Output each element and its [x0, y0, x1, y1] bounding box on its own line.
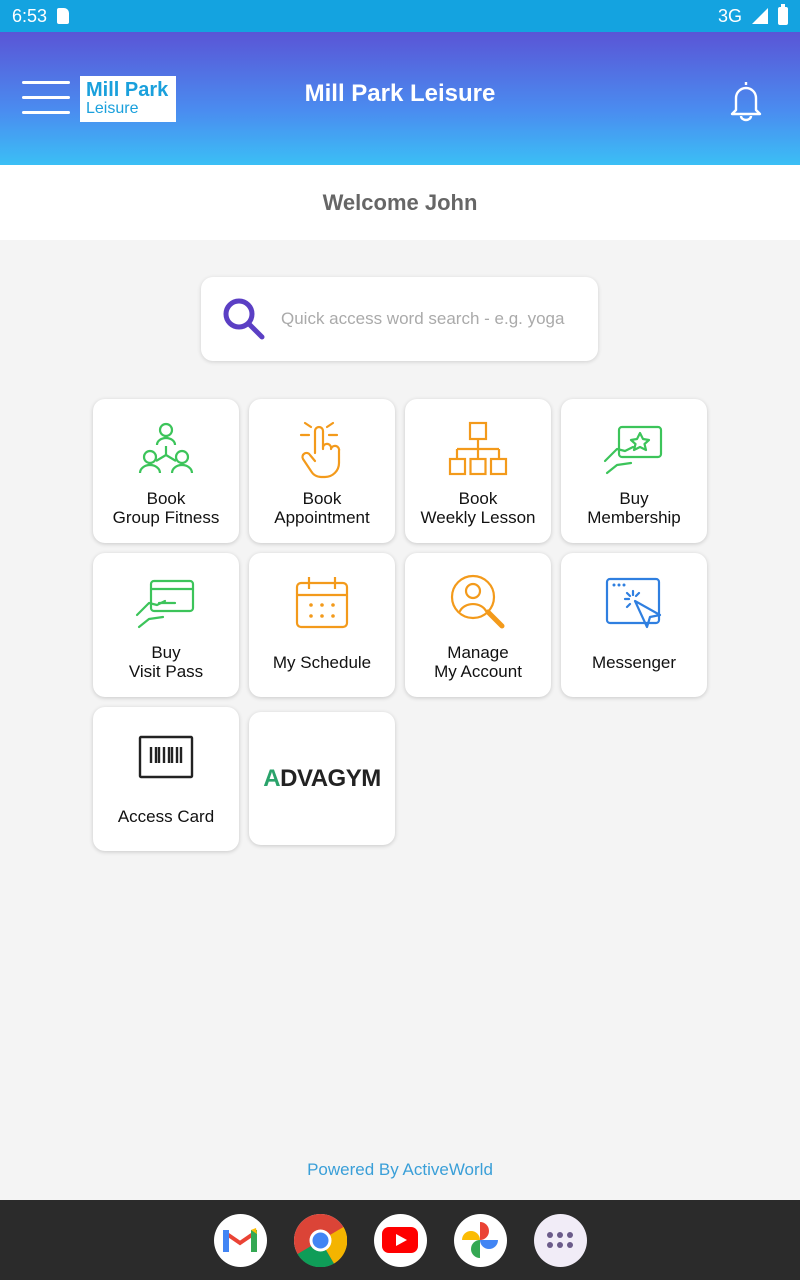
header-title: Mill Park Leisure	[304, 80, 496, 107]
photos-icon[interactable]	[453, 1213, 507, 1267]
youtube-icon[interactable]	[373, 1213, 427, 1267]
signal-icon	[752, 8, 768, 24]
tile-manage-my-account[interactable]: Manage My Account	[405, 553, 551, 697]
app-dock	[0, 1200, 800, 1280]
tile-buy-membership[interactable]: Buy Membership	[561, 399, 707, 543]
browser-click-icon	[605, 577, 662, 629]
notification-bell-icon[interactable]	[724, 78, 768, 122]
tile-label: Buy Membership	[587, 489, 681, 527]
visit-pass-icon	[135, 579, 195, 629]
tile-book-appointment[interactable]: Book Appointment	[249, 399, 395, 543]
advagym-logo-rest: DVAGYM	[280, 764, 381, 792]
tile-buy-visit-pass[interactable]: Buy Visit Pass	[93, 553, 239, 697]
chrome-icon[interactable]	[293, 1213, 347, 1267]
tile-label: Book Appointment	[274, 489, 370, 527]
tile-label: My Schedule	[272, 653, 372, 672]
hierarchy-icon	[448, 421, 508, 476]
search-input[interactable]	[281, 309, 581, 329]
status-left: 6:53	[12, 5, 70, 27]
gmail-icon[interactable]	[213, 1213, 267, 1267]
tile-label: Book Group Fitness	[112, 489, 220, 527]
advagym-logo: ADVAGYM	[263, 764, 381, 793]
account-search-icon	[450, 574, 505, 629]
tile-messenger[interactable]: Messenger	[561, 553, 707, 697]
powered-by-link[interactable]: Powered By ActiveWorld	[0, 1160, 800, 1180]
welcome-banner: Welcome John	[0, 165, 800, 240]
app-drawer-icon[interactable]	[533, 1213, 587, 1267]
network-type: 3G	[717, 5, 742, 26]
status-time: 6:53	[12, 5, 48, 26]
search-icon	[223, 298, 265, 340]
app-header: Mill Park Leisure Mill Park Leisure	[0, 32, 800, 165]
tile-label: Book Weekly Lesson	[420, 489, 536, 527]
tile-label: Messenger	[591, 653, 677, 672]
calendar-icon	[295, 577, 349, 629]
membership-card-icon	[603, 425, 663, 475]
tile-label: Access Card	[117, 807, 215, 826]
battery-icon	[778, 4, 788, 25]
tile-advagym[interactable]: ADVAGYM	[249, 712, 395, 845]
group-fitness-icon	[138, 422, 194, 474]
tile-label: Buy Visit Pass	[128, 643, 204, 681]
tile-label: Manage My Account	[434, 643, 522, 681]
tile-book-group-fitness[interactable]: Book Group Fitness	[93, 399, 239, 543]
status-bar: 6:53 3G	[0, 0, 800, 32]
tile-my-schedule[interactable]: My Schedule	[249, 553, 395, 697]
hand-pointing-icon	[299, 421, 341, 479]
status-right: 3G	[717, 4, 788, 27]
quick-search-box[interactable]	[201, 277, 598, 361]
sd-card-icon	[57, 8, 70, 24]
tile-access-card[interactable]: Access Card	[93, 707, 239, 851]
advagym-logo-a: A	[263, 764, 281, 792]
tile-book-weekly-lesson[interactable]: Book Weekly Lesson	[405, 399, 551, 543]
barcode-icon	[138, 735, 194, 779]
